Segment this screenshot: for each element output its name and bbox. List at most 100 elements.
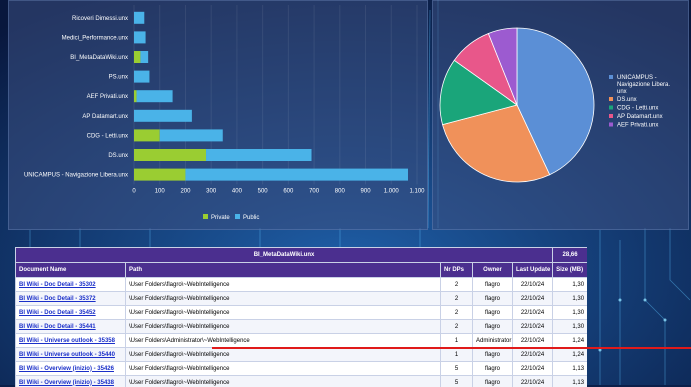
table-row[interactable]: BI Wiki - Doc Detail - 35441 \User Folder… [16,320,588,334]
x-tick-label: 500 [258,188,269,194]
category-label: AEF Privati.unx [87,94,128,100]
total-size: 28,66 [553,248,587,263]
path-cell: \User Folders\flagro\~WebIntelligence [126,278,441,292]
owner-cell: flagro [473,362,513,376]
table-header-row: Document Name Path Nr DPs Owner Last Upd… [16,263,588,278]
table-row[interactable]: BI Wiki - Universe outlook - 35440 \User … [16,348,588,362]
document-link[interactable]: BI Wiki - Overview (inizio) - 35426 [19,366,114,372]
table-row[interactable]: BI Wiki - Overview (inizio) - 35426\User… [16,362,588,376]
path-cell: \User Folders\flagro\~WebIntelligence [126,292,441,306]
col-document-name[interactable]: Document Name [16,263,126,278]
path-cell: \User Folders\flagro\~WebIntelligence [126,348,441,362]
x-tick-label: 100 [155,188,166,194]
bar-chart-panel: 01002003004005006007008009001.0001.100UN… [8,0,428,230]
col-size[interactable]: Size (MB) [553,263,587,278]
document-link[interactable]: BI Wiki - Doc Detail - 35452 [19,310,96,316]
document-link[interactable]: BI Wiki - Doc Detail - 35372 [19,296,96,302]
bar-public[interactable] [185,169,408,181]
category-label: AP Datamart.unx [82,114,128,120]
category-label: DS.unx [108,153,128,159]
col-last-update[interactable]: Last Update [513,263,553,278]
bar-public[interactable] [134,71,149,83]
document-name-cell[interactable]: BI Wiki - Universe outlook - 35358 [16,334,126,348]
x-tick-label: 200 [180,188,191,194]
x-tick-label: 1.100 [409,188,425,194]
path-cell: \User Folders\flagro\~WebIntelligence [126,320,441,334]
legend-swatch [609,97,613,101]
category-label: CDG - Letti.unx [87,133,128,139]
document-name-cell[interactable]: BI Wiki - Overview (inizio) - 35438 [16,376,126,387]
legend-label: Public [243,215,259,221]
bar-public[interactable] [137,90,173,102]
document-link[interactable]: BI Wiki - Doc Detail - 35302 [19,282,96,288]
category-label: UNICAMPUS - Navigazione Libera.unx [24,173,128,179]
size-cell: 1,24 [553,348,587,362]
last-update-cell: 22/10/24 [513,306,553,320]
nr-dps-cell: 5 [441,376,473,387]
bar-private[interactable] [134,90,137,102]
bar-private[interactable] [134,51,140,63]
last-update-cell: 22/10/24 [513,362,553,376]
size-cell: 1,30 [553,320,587,334]
table-row[interactable]: BI Wiki - Universe outlook - 35358 \User … [16,334,588,348]
owner-cell: flagro [473,278,513,292]
table-row[interactable]: BI Wiki - Doc Detail - 35372 \User Folder… [16,292,588,306]
owner-cell: flagro [473,376,513,387]
x-tick-label: 300 [206,188,217,194]
legend-label: Private [211,215,230,221]
table-row[interactable]: BI Wiki - Doc Detail - 35302 \User Folder… [16,278,588,292]
nr-dps-cell: 5 [441,362,473,376]
table-title-row: BI_MetaDataWiki.unx 28,66 [16,248,588,263]
path-cell: \User Folders\Administrator\~WebIntellig… [126,334,441,348]
legend-swatch [235,214,240,219]
bar-public[interactable] [134,31,146,43]
nr-dps-cell: 2 [441,320,473,334]
bar-private[interactable] [134,129,160,141]
bar-public[interactable] [140,51,148,63]
category-label: PS.unx [109,75,128,81]
col-path[interactable]: Path [126,263,441,278]
nr-dps-cell: 2 [441,306,473,320]
pie-chart: UNICAMPUS -Navigazione Libera.unxDS.unxC… [433,1,688,229]
document-link[interactable]: BI Wiki - Universe outlook - 35358 [19,338,115,344]
document-name-cell[interactable]: BI Wiki - Doc Detail - 35441 [16,320,126,334]
last-update-cell: 22/10/24 [513,348,553,362]
owner-cell: flagro [473,306,513,320]
legend-swatch [609,106,613,110]
documents-table: BI_MetaDataWiki.unx 28,66 Document Name … [15,247,587,387]
bar-public[interactable] [134,110,192,122]
bar-public[interactable] [206,149,311,161]
document-link[interactable]: BI Wiki - Universe outlook - 35440 [19,352,115,358]
bar-private[interactable] [134,149,206,161]
nr-dps-cell: 1 [441,334,473,348]
bar-public[interactable] [134,12,144,24]
path-cell: \User Folders\flagro\~WebIntelligence [126,376,441,387]
x-tick-label: 400 [232,188,243,194]
bar-public[interactable] [160,129,223,141]
nr-dps-cell: 2 [441,278,473,292]
document-name-cell[interactable]: BI Wiki - Overview (inizio) - 35426 [16,362,126,376]
owner-cell: Administrator [473,334,513,348]
size-cell: 1,30 [553,292,587,306]
bar-chart: 01002003004005006007008009001.0001.100UN… [9,1,427,229]
table-row[interactable]: BI Wiki - Doc Detail - 35452\User Folder… [16,306,588,320]
legend-label: AP Datamart.unx [617,114,663,120]
last-update-cell: 22/10/24 [513,292,553,306]
legend-label: AEF Privati.unx [617,123,658,129]
nr-dps-cell: 2 [441,292,473,306]
document-name-cell[interactable]: BI Wiki - Universe outlook - 35440 [16,348,126,362]
size-cell: 1,13 [553,362,587,376]
col-nr-dps[interactable]: Nr DPs [441,263,473,278]
table-row[interactable]: BI Wiki - Overview (inizio) - 35438\User… [16,376,588,387]
document-link[interactable]: BI Wiki - Doc Detail - 35441 [19,324,96,330]
col-owner[interactable]: Owner [473,263,513,278]
bar-private[interactable] [134,169,185,181]
owner-cell: flagro [473,348,513,362]
category-label: Ricoveri Dimessi.unx [72,16,128,22]
legend-swatch [609,123,613,127]
document-name-cell[interactable]: BI Wiki - Doc Detail - 35302 [16,278,126,292]
x-tick-label: 600 [283,188,294,194]
document-name-cell[interactable]: BI Wiki - Doc Detail - 35372 [16,292,126,306]
document-name-cell[interactable]: BI Wiki - Doc Detail - 35452 [16,306,126,320]
x-tick-label: 900 [361,188,372,194]
